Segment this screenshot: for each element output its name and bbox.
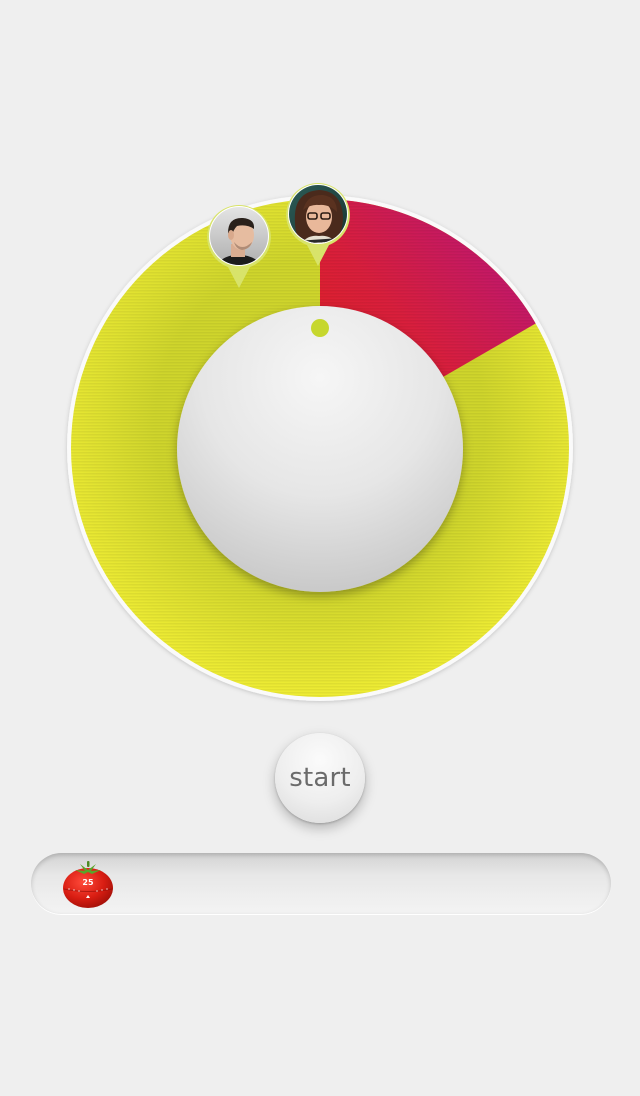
timer-tray: 25 xyxy=(31,853,611,914)
participant-pin-woman[interactable] xyxy=(283,180,353,270)
start-button-label: start xyxy=(289,763,351,793)
knob-indicator-dot xyxy=(311,319,329,337)
timer-dial-graphic[interactable] xyxy=(66,194,574,702)
tomato-timer-button[interactable]: 25 xyxy=(61,858,115,908)
man-avatar-icon xyxy=(210,207,268,265)
start-button[interactable]: start xyxy=(275,733,365,823)
tomato-timer-icon: 25 xyxy=(63,861,113,908)
tomato-timer-label: 25 xyxy=(82,878,94,887)
timer-dial[interactable] xyxy=(66,183,574,702)
participant-pin-man[interactable] xyxy=(204,202,274,292)
woman-avatar-icon xyxy=(289,185,347,243)
timer-knob[interactable] xyxy=(177,306,463,592)
